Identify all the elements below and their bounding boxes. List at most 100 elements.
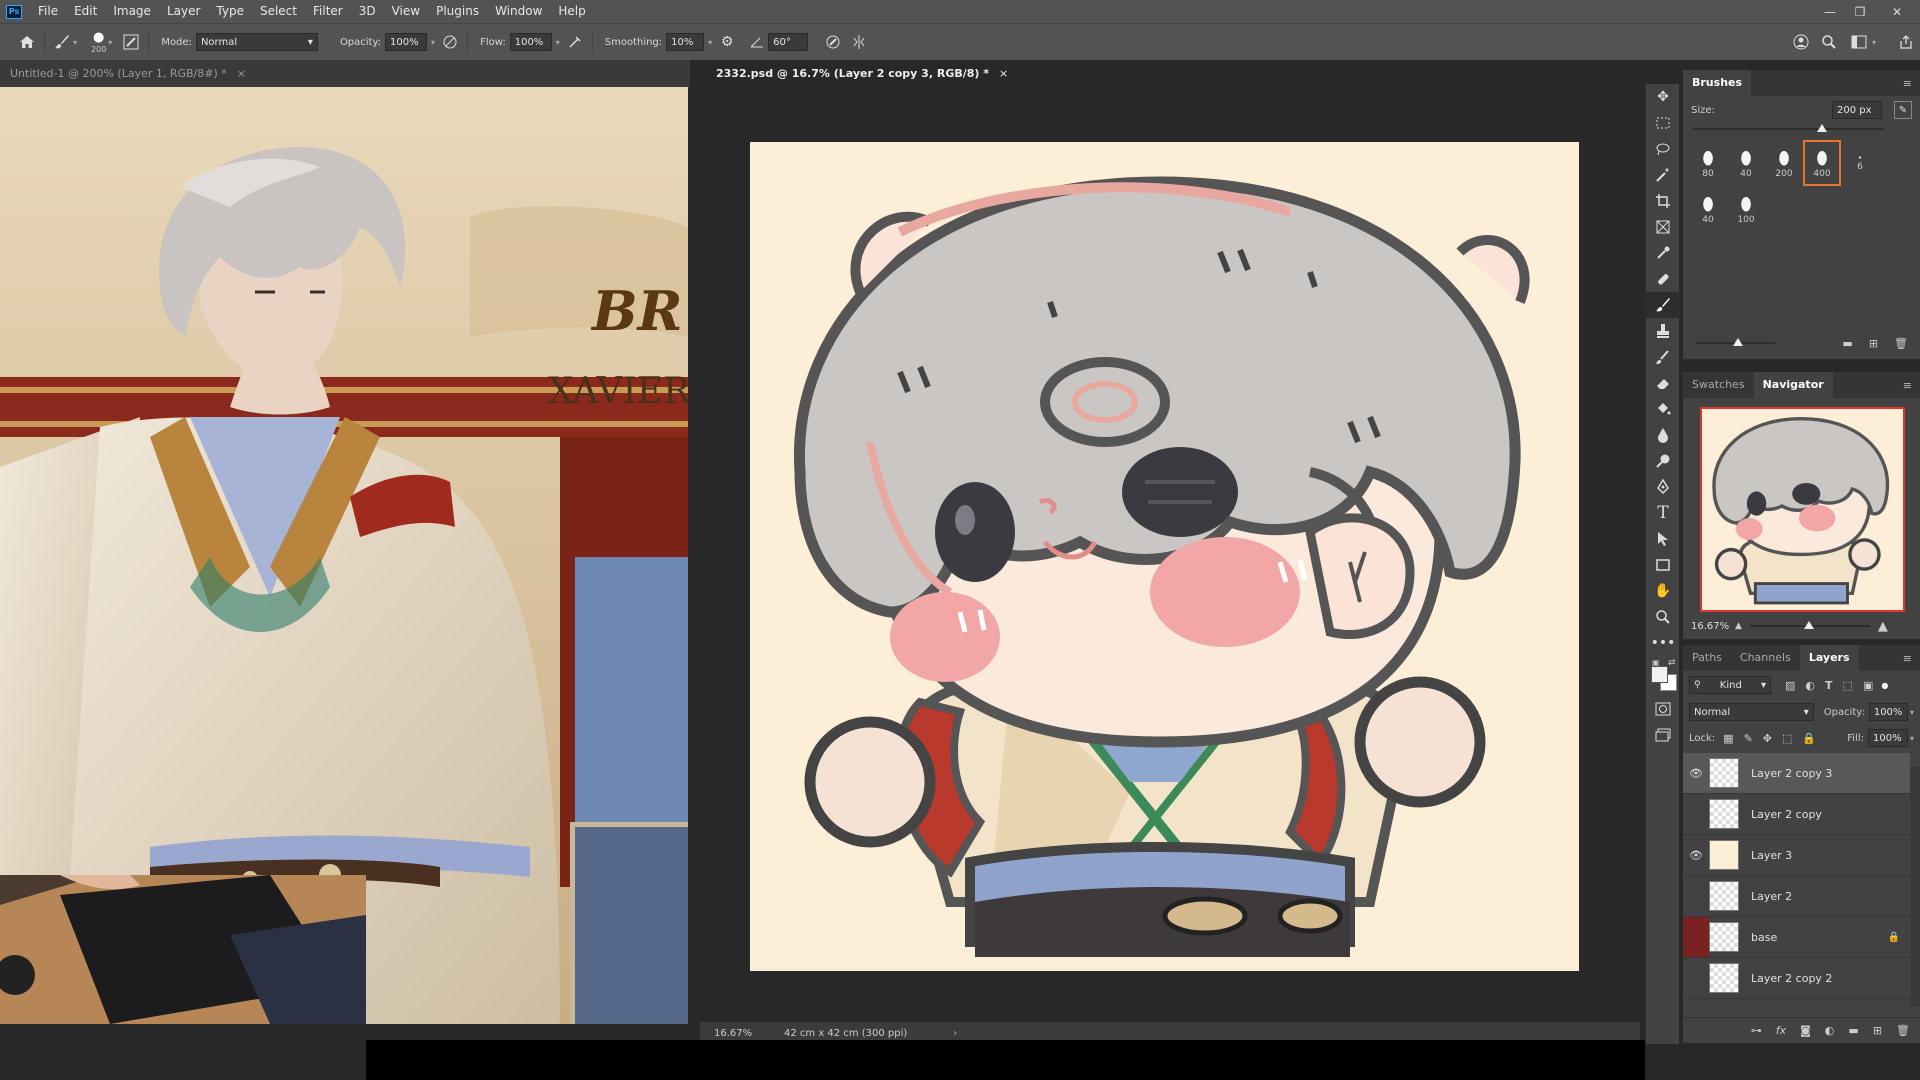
menu-3d[interactable]: 3D — [351, 0, 384, 23]
tab-untitled-1[interactable]: Untitled-1 @ 200% (Layer 1, RGB/8#) * × — [0, 60, 690, 87]
close-icon[interactable]: ✕ — [1882, 0, 1912, 23]
menu-window[interactable]: Window — [487, 0, 550, 23]
tab-layers[interactable]: Layers — [1799, 645, 1859, 671]
magic-wand-tool-icon[interactable] — [1646, 162, 1680, 188]
chevron-down-icon[interactable]: ▾ — [73, 38, 77, 47]
chevron-down-icon[interactable]: ▾ — [1872, 38, 1876, 47]
zoom-level[interactable]: 16.67% — [714, 1028, 772, 1039]
tab-swatches[interactable]: Swatches — [1683, 372, 1754, 398]
layer-opacity-input[interactable]: 100% — [1868, 703, 1908, 721]
more-tools-icon[interactable]: ••• — [1646, 630, 1680, 656]
brush-preset[interactable]: ⬮ 40 — [1689, 186, 1727, 232]
panel-menu-icon[interactable]: ≡ — [1903, 379, 1912, 392]
layer-name[interactable]: Layer 2 copy 3 — [1751, 767, 1832, 780]
close-icon[interactable]: × — [237, 67, 246, 80]
lock-all-icon[interactable]: 🔒 — [1802, 732, 1816, 745]
layer-row[interactable]: Layer 2 copy 2 — [1683, 958, 1910, 999]
filter-toggle-icon[interactable]: ● — [1881, 681, 1888, 690]
layer-name[interactable]: Layer 2 — [1751, 890, 1792, 903]
menu-filter[interactable]: Filter — [305, 0, 351, 23]
layers-scrollbar[interactable] — [1910, 767, 1920, 1007]
eraser-tool-icon[interactable] — [1646, 370, 1680, 396]
type-tool-icon[interactable]: T — [1646, 500, 1680, 526]
healing-brush-tool-icon[interactable] — [1646, 266, 1680, 292]
zoom-out-icon[interactable]: ▲ — [1735, 621, 1742, 631]
foreground-color-swatch[interactable] — [1651, 666, 1668, 683]
zoom-tool-icon[interactable] — [1646, 604, 1680, 630]
quick-mask-icon[interactable] — [1646, 696, 1680, 722]
paint-bucket-tool-icon[interactable] — [1646, 396, 1680, 422]
share-icon[interactable] — [1895, 31, 1917, 53]
move-tool-icon[interactable]: ✥ — [1646, 84, 1680, 110]
opacity-input[interactable]: 100% — [385, 33, 428, 51]
reference-canvas[interactable]: BR XAVIER — [0, 87, 688, 1024]
tab-navigator[interactable]: Navigator — [1753, 372, 1833, 398]
artboard[interactable] — [750, 142, 1579, 971]
history-brush-tool-icon[interactable] — [1646, 344, 1680, 370]
filter-adjustment-icon[interactable]: ◐ — [1805, 679, 1815, 692]
brush-preset[interactable]: ⬮ 80 — [1689, 140, 1727, 186]
blur-tool-icon[interactable] — [1646, 422, 1680, 448]
marquee-tool-icon[interactable] — [1646, 110, 1680, 136]
preview-size-slider[interactable] — [1695, 338, 1775, 348]
flow-input[interactable]: 100% — [509, 33, 552, 51]
layer-filter-select[interactable]: ⚲ Kind ▾ — [1689, 676, 1771, 694]
document-canvas[interactable] — [700, 87, 1640, 1022]
brush-preset-picker[interactable]: ● 200 — [91, 30, 106, 54]
layer-row[interactable]: base 🔒 — [1683, 917, 1910, 958]
menu-file[interactable]: File — [30, 0, 66, 23]
brush-preset[interactable]: • 6 — [1841, 140, 1879, 186]
zoom-in-icon[interactable]: ▲ — [1878, 619, 1888, 634]
pen-tool-icon[interactable] — [1646, 474, 1680, 500]
visibility-toggle[interactable] — [1683, 917, 1709, 957]
layer-name[interactable]: Layer 3 — [1751, 849, 1792, 862]
menu-edit[interactable]: Edit — [66, 0, 105, 23]
search-icon[interactable] — [1818, 31, 1840, 53]
pressure-opacity-icon[interactable] — [439, 31, 461, 53]
lock-position-icon[interactable]: ✥ — [1763, 732, 1772, 745]
add-mask-icon[interactable]: ◙ — [1800, 1024, 1811, 1037]
chevron-down-icon[interactable]: ▾ — [1910, 734, 1914, 743]
home-icon[interactable] — [16, 31, 38, 53]
menu-image[interactable]: Image — [105, 0, 159, 23]
brush-preset[interactable]: ⬮ 200 — [1765, 140, 1803, 186]
brush-tool-icon[interactable] — [51, 31, 73, 53]
workspace-icon[interactable] — [1848, 31, 1870, 53]
tab-2332-psd[interactable]: 2332.psd @ 16.7% (Layer 2 copy 3, RGB/8)… — [700, 60, 1640, 87]
fx-icon[interactable]: fx — [1776, 1024, 1786, 1037]
frame-tool-icon[interactable] — [1646, 214, 1680, 240]
close-icon[interactable]: × — [999, 67, 1008, 80]
trash-icon[interactable]: 🗑 — [1894, 337, 1908, 350]
chevron-down-icon[interactable]: ▾ — [1910, 708, 1914, 717]
navigator-zoom-slider[interactable] — [1749, 621, 1870, 631]
link-layers-icon[interactable]: ⊶ — [1751, 1024, 1762, 1037]
menu-help[interactable]: Help — [550, 0, 593, 23]
menu-type[interactable]: Type — [208, 0, 252, 23]
chevron-down-icon[interactable]: ▾ — [431, 38, 435, 47]
new-brush-icon[interactable]: ⊞ — [1869, 337, 1878, 350]
filter-pixel-icon[interactable]: ▨ — [1785, 679, 1795, 692]
chevron-right-icon[interactable]: › — [953, 1028, 957, 1039]
chevron-down-icon[interactable]: ▾ — [708, 38, 712, 47]
hand-tool-icon[interactable]: ✋ — [1646, 578, 1680, 604]
layer-blend-mode-select[interactable]: Normal ▾ — [1689, 703, 1814, 721]
tab-brushes[interactable]: Brushes — [1683, 70, 1752, 96]
menu-view[interactable]: View — [384, 0, 428, 23]
navigator-zoom-value[interactable]: 16.67% — [1691, 621, 1735, 632]
slider-thumb[interactable] — [1803, 621, 1814, 629]
size-slider[interactable] — [1693, 124, 1910, 134]
adjustment-layer-icon[interactable]: ◐ — [1825, 1024, 1835, 1037]
layer-row[interactable]: 👁 Layer 3 — [1683, 835, 1910, 876]
layer-fill-input[interactable]: 100% — [1867, 729, 1908, 747]
filter-smart-object-icon[interactable]: ▣ — [1863, 679, 1873, 692]
lock-pixels-icon[interactable]: ✎ — [1744, 732, 1753, 745]
size-input[interactable]: 200 px — [1832, 101, 1882, 119]
new-layer-icon[interactable]: ⊞ — [1873, 1024, 1882, 1037]
pressure-size-icon[interactable] — [822, 31, 844, 53]
layer-name[interactable]: Layer 2 copy — [1751, 808, 1822, 821]
airbrush-icon[interactable] — [564, 31, 586, 53]
eyedropper-tool-icon[interactable] — [1646, 240, 1680, 266]
lock-transparent-icon[interactable]: ▦ — [1723, 732, 1733, 745]
panel-menu-icon[interactable]: ≡ — [1903, 652, 1912, 665]
lasso-tool-icon[interactable] — [1646, 136, 1680, 162]
